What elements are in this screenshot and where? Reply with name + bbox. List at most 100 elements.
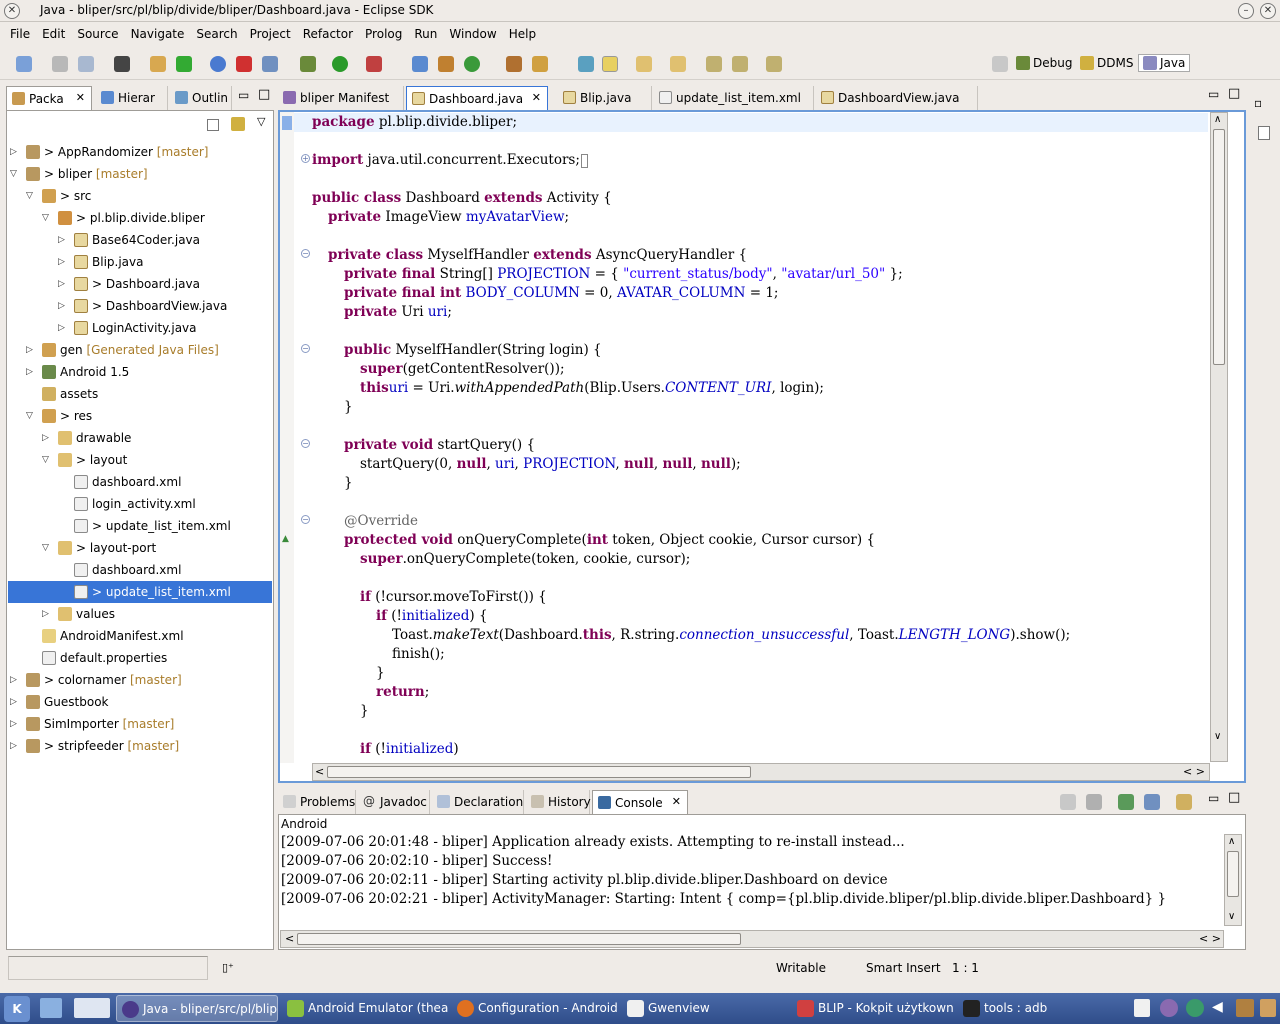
maximize-editor-icon[interactable]: □ <box>1228 86 1240 101</box>
fold-expand-icon[interactable]: + <box>301 154 310 163</box>
task-icon[interactable] <box>236 56 252 72</box>
tree-item[interactable]: dashboard.xml <box>8 471 273 493</box>
new-class-icon[interactable] <box>176 56 192 72</box>
tree-item[interactable]: ▽ > pl.blip.divide.bliper <box>8 207 273 229</box>
scroll-lock-icon[interactable] <box>1086 794 1102 810</box>
tree-item[interactable]: ▷ > stripfeeder [master] <box>8 735 273 757</box>
clear-console-icon[interactable] <box>1060 794 1076 810</box>
display-console-icon[interactable] <box>1144 794 1160 810</box>
menu-refactor[interactable]: Refactor <box>297 23 359 45</box>
close-tab-icon[interactable]: ✕ <box>532 91 541 104</box>
tree-item[interactable]: ▷ > AppRandomizer [master] <box>8 141 273 163</box>
external-tools-icon[interactable] <box>366 56 382 72</box>
tree-item[interactable]: ▷ Base64Coder.java <box>8 229 273 251</box>
scroll-down-icon[interactable]: ∨ <box>1228 911 1235 922</box>
scroll-right-icon[interactable]: < > <box>1183 765 1205 778</box>
tree-item[interactable]: ▷ > colornamer [master] <box>8 669 273 691</box>
task-firefox[interactable]: Configuration - Android <box>452 995 618 1022</box>
minimize-icon[interactable]: – <box>1238 3 1254 19</box>
menu-file[interactable]: File <box>4 23 36 45</box>
fold-collapse-icon[interactable]: − <box>301 515 310 524</box>
menu-search[interactable]: Search <box>190 23 243 45</box>
tree-item[interactable]: ▽ > res <box>8 405 273 427</box>
task-gwenview[interactable]: Gwenview <box>622 995 788 1022</box>
print-icon[interactable] <box>78 56 94 72</box>
debug-icon[interactable] <box>300 56 316 72</box>
tab-update-list-item[interactable]: update_list_item.xml <box>654 86 814 110</box>
tree-item[interactable]: ▽ > src <box>8 185 273 207</box>
maximize-console-icon[interactable]: □ <box>1228 790 1240 805</box>
new-icon[interactable] <box>16 56 32 72</box>
menu-source[interactable]: Source <box>71 23 124 45</box>
forward-icon[interactable] <box>766 56 782 72</box>
menu-edit[interactable]: Edit <box>36 23 71 45</box>
menu-project[interactable]: Project <box>244 23 297 45</box>
collapse-all-icon[interactable] <box>207 119 219 131</box>
scrollbar-thumb[interactable] <box>1213 129 1225 365</box>
menu-window[interactable]: Window <box>443 23 502 45</box>
view-menu-icon[interactable]: ▽ <box>257 115 265 128</box>
tray-app-icon[interactable] <box>1160 999 1178 1017</box>
minimize-console-icon[interactable]: ▭ <box>1208 791 1219 805</box>
tree-item[interactable]: ▽ > layout <box>8 449 273 471</box>
run-icon[interactable] <box>332 56 348 72</box>
open-perspective-icon[interactable] <box>992 56 1008 72</box>
open-type-icon[interactable] <box>412 56 428 72</box>
tree-item[interactable]: ▷ drawable <box>8 427 273 449</box>
maximize-view-icon[interactable]: □ <box>258 87 270 102</box>
tree-item-selected[interactable]: > update_list_item.xml <box>8 581 272 603</box>
save-icon[interactable] <box>52 56 68 72</box>
highlight-icon[interactable] <box>602 56 618 72</box>
perspective-debug[interactable]: Debug <box>1016 56 1072 70</box>
close-tab-icon[interactable]: ✕ <box>76 91 85 104</box>
tree-item[interactable]: ▷ Guestbook <box>8 691 273 713</box>
tab-history[interactable]: History <box>526 790 591 814</box>
package-manager-icon[interactable] <box>1236 999 1254 1017</box>
link-editor-icon[interactable] <box>231 117 245 131</box>
fold-collapse-icon[interactable]: − <box>301 249 310 258</box>
editor-horizontal-scrollbar[interactable]: < < > <box>312 763 1210 781</box>
tree-item[interactable]: AndroidManifest.xml <box>8 625 273 647</box>
editor-vertical-scrollbar[interactable]: ∧ ∨ <box>1210 112 1228 762</box>
annotation-icon[interactable] <box>578 56 594 72</box>
console-vertical-scrollbar[interactable]: ∧ ∨ <box>1224 834 1242 926</box>
fold-collapse-icon[interactable]: − <box>301 344 310 353</box>
scroll-right-icon[interactable]: < > <box>1199 932 1221 945</box>
tree-item[interactable]: ▷ > Dashboard.java <box>8 273 273 295</box>
task-eclipse[interactable]: Java - bliper/src/pl/blip/c <box>116 995 278 1022</box>
android-device-icon[interactable] <box>114 56 130 72</box>
tree-item[interactable]: ▷ gen [Generated Java Files] <box>8 339 273 361</box>
tab-problems[interactable]: Problems <box>278 790 356 814</box>
restore-icon[interactable]: ▫ <box>1254 96 1262 110</box>
scroll-down-icon[interactable]: ∨ <box>1214 731 1221 742</box>
window-menu-icon[interactable]: ✕ <box>4 3 20 19</box>
tab-dashboardview-java[interactable]: DashboardView.java <box>816 86 978 110</box>
fold-collapse-icon[interactable]: − <box>301 439 310 448</box>
volume-icon[interactable]: ◀ <box>1212 999 1228 1017</box>
menu-help[interactable]: Help <box>503 23 542 45</box>
pager-icon[interactable] <box>74 998 110 1018</box>
back-icon[interactable] <box>732 56 748 72</box>
network-icon[interactable] <box>1186 999 1204 1017</box>
menu-run[interactable]: Run <box>408 23 443 45</box>
desktop-icon[interactable] <box>40 998 62 1018</box>
tree-item[interactable]: ▷ Blip.java <box>8 251 273 273</box>
web-icon[interactable] <box>210 56 226 72</box>
tree-item[interactable]: assets <box>8 383 273 405</box>
close-icon[interactable]: ✕ <box>1260 3 1276 19</box>
minimize-editor-icon[interactable]: ▭ <box>1208 87 1219 101</box>
menu-navigate[interactable]: Navigate <box>125 23 191 45</box>
hierarchy-icon[interactable] <box>438 56 454 72</box>
scrollbar-thumb[interactable] <box>297 933 741 945</box>
task-android-emulator[interactable]: Android Emulator (theavd <box>282 995 448 1022</box>
tree-item[interactable]: ▷ LoginActivity.java <box>8 317 273 339</box>
minimize-view-icon[interactable]: ▭ <box>238 88 249 102</box>
open-task-icon[interactable] <box>506 56 522 72</box>
clipboard-icon[interactable] <box>1134 999 1150 1017</box>
tree-item[interactable]: login_activity.xml <box>8 493 273 515</box>
tab-console[interactable]: Console ✕ <box>592 790 688 814</box>
last-edit-icon[interactable] <box>706 56 722 72</box>
side-view-icon[interactable] <box>1258 126 1270 140</box>
scroll-up-icon[interactable]: ∧ <box>1228 836 1235 847</box>
scrollbar-thumb[interactable] <box>1227 851 1239 897</box>
